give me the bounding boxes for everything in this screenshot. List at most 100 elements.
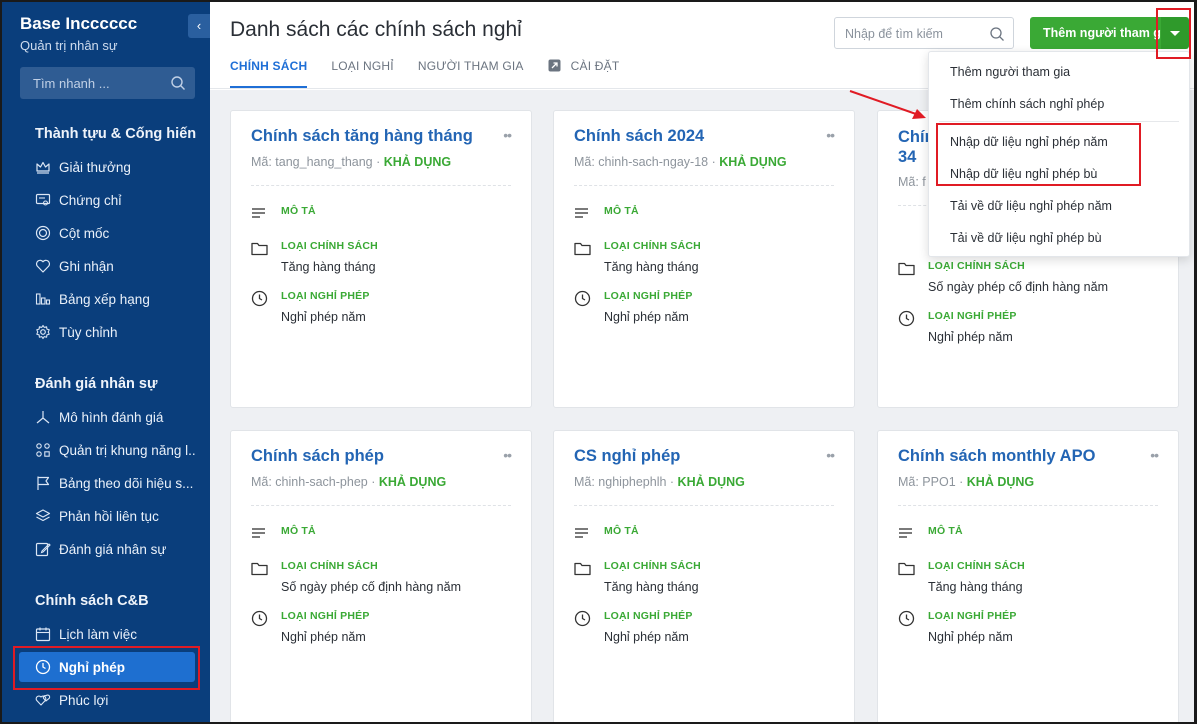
status-badge: KHẢ DỤNG bbox=[966, 475, 1035, 489]
card-title[interactable]: Chính sách tăng hàng tháng bbox=[251, 127, 473, 146]
sidebar-item-awards[interactable]: Giải thưởng bbox=[35, 153, 195, 181]
sidebar-item-work-schedule[interactable]: Lịch làm việc bbox=[35, 620, 195, 648]
policy-card[interactable]: Chính sách 2024 •• Mã: chinh-sach-ngay-1… bbox=[553, 110, 855, 408]
model-icon bbox=[36, 411, 50, 424]
search-icon bbox=[171, 76, 185, 90]
tab-participants[interactable]: NGƯỜI THAM GIA bbox=[418, 58, 524, 88]
page-title: Danh sách các chính sách nghỉ bbox=[230, 18, 522, 41]
card-code: Mã: f bbox=[898, 175, 926, 189]
clock-icon bbox=[251, 610, 268, 627]
search-input[interactable]: Nhập để tìm kiếm bbox=[834, 17, 1014, 49]
description-icon bbox=[575, 208, 588, 218]
card-code-value: Mã: chinh-sach-phep bbox=[251, 475, 368, 489]
card-title[interactable]: Chính sách 2024 bbox=[574, 127, 704, 146]
field-label: LOẠI NGHỈ PHÉP bbox=[281, 290, 370, 302]
sidebar-item-ranking[interactable]: Bảng xếp hạng bbox=[35, 285, 195, 313]
field-value: Tăng hàng tháng bbox=[928, 580, 1023, 594]
card-title-line: 34 bbox=[898, 148, 917, 166]
description-icon bbox=[899, 528, 912, 538]
more-options-icon[interactable]: •• bbox=[826, 447, 835, 463]
hearts-icon bbox=[35, 694, 51, 706]
menu-item-download-annual-leave[interactable]: Tải về dữ liệu nghỉ phép năm bbox=[950, 199, 1112, 213]
field-label: MÔ TẢ bbox=[928, 525, 963, 537]
folder-icon bbox=[574, 242, 591, 256]
sidebar-item-label: Mô hình đánh giá bbox=[59, 409, 164, 425]
highlight-box-leave bbox=[13, 646, 200, 690]
sidebar-group-cb-policy: Chính sách C&B bbox=[35, 593, 149, 609]
sidebar-item-competency-framework[interactable]: Quản trị khung năng l... bbox=[35, 436, 195, 464]
tab-policies[interactable]: CHÍNH SÁCH bbox=[230, 58, 308, 88]
field-value: Số ngày phép cố định hàng năm bbox=[281, 580, 461, 594]
sidebar-item-evaluation-model[interactable]: Mô hình đánh giá bbox=[35, 403, 195, 431]
description-icon bbox=[252, 528, 265, 538]
card-code: Mã: chinh-sach-ngay-18 · KHẢ DỤNG bbox=[574, 155, 787, 169]
brand-subtitle: Quản trị nhân sự bbox=[20, 38, 118, 53]
add-participant-button[interactable]: Thêm người tham gia bbox=[1030, 17, 1161, 49]
field-value: Tăng hàng tháng bbox=[281, 260, 376, 274]
field-value: Nghỉ phép năm bbox=[928, 630, 1013, 644]
field-label: LOẠI CHÍNH SÁCH bbox=[281, 560, 378, 572]
sidebar-item-recognition[interactable]: Ghi nhận bbox=[35, 252, 195, 280]
clock-icon bbox=[574, 290, 591, 307]
sidebar-item-performance-tracker[interactable]: Bảng theo dõi hiệu s... bbox=[35, 469, 195, 497]
sidebar-item-customize[interactable]: Tùy chỉnh bbox=[35, 318, 195, 346]
policy-card[interactable]: CS nghỉ phép •• Mã: nghiphephlh · KHẢ DỤ… bbox=[553, 430, 855, 722]
status-badge: KHẢ DỤNG bbox=[378, 475, 447, 489]
sidebar-item-label: Đánh giá nhân sự bbox=[59, 541, 167, 557]
flag-icon bbox=[37, 476, 50, 490]
card-title[interactable]: Chính sách phép bbox=[251, 447, 384, 466]
sidebar-item-employee-evaluation[interactable]: Đánh giá nhân sự bbox=[35, 535, 195, 563]
card-code-value: Mã: chinh-sach-ngay-18 bbox=[574, 155, 709, 169]
sidebar-item-benefits[interactable]: Phúc lợi bbox=[35, 686, 195, 714]
field-value: Số ngày phép cố định hàng năm bbox=[928, 280, 1108, 294]
sidebar-group-evaluation: Đánh giá nhân sự bbox=[35, 376, 158, 392]
card-code: Mã: tang_hang_thang · KHẢ DỤNG bbox=[251, 155, 452, 169]
sidebar-item-milestones[interactable]: Cột mốc bbox=[35, 219, 195, 247]
field-value: Nghỉ phép năm bbox=[604, 630, 689, 644]
menu-item-add-participant[interactable]: Thêm người tham gia bbox=[950, 65, 1070, 79]
search-icon bbox=[990, 27, 1004, 41]
policy-card[interactable]: Chính sách phép •• Mã: chinh-sach-phep ·… bbox=[230, 430, 532, 722]
tab-settings[interactable]: CÀI ĐẶT bbox=[548, 58, 620, 88]
policy-card[interactable]: Chính sách tăng hàng tháng •• Mã: tang_h… bbox=[230, 110, 532, 408]
menu-item-add-leave-policy[interactable]: Thêm chính sách nghỉ phép bbox=[950, 97, 1104, 111]
more-options-icon[interactable]: •• bbox=[503, 127, 512, 143]
more-options-icon[interactable]: •• bbox=[1150, 447, 1159, 463]
folder-icon bbox=[251, 562, 268, 576]
field-value: Tăng hàng tháng bbox=[604, 580, 699, 594]
collapse-sidebar-button[interactable]: ‹ bbox=[188, 14, 210, 38]
folder-icon bbox=[898, 262, 915, 276]
more-options-icon[interactable]: •• bbox=[503, 447, 512, 463]
sidebar-item-continuous-feedback[interactable]: Phản hồi liên tục bbox=[35, 502, 195, 530]
field-label: LOẠI CHÍNH SÁCH bbox=[928, 560, 1025, 572]
tab-leave-types[interactable]: LOẠI NGHỈ bbox=[331, 58, 393, 88]
field-label: LOẠI NGHỈ PHÉP bbox=[928, 310, 1017, 322]
folder-icon bbox=[251, 242, 268, 256]
field-label: LOẠI NGHỈ PHÉP bbox=[604, 290, 693, 302]
sidebar-item-label: Phúc lợi bbox=[59, 692, 109, 708]
divider bbox=[251, 505, 511, 506]
sidebar-item-label: Phản hồi liên tục bbox=[59, 508, 159, 524]
sidebar-item-certificates[interactable]: Chứng chỉ bbox=[35, 186, 195, 214]
more-options-icon[interactable]: •• bbox=[826, 127, 835, 143]
tab-settings-label: CÀI ĐẶT bbox=[570, 59, 620, 73]
field-label: LOẠI CHÍNH SÁCH bbox=[604, 560, 701, 572]
field-label: MÔ TẢ bbox=[604, 205, 639, 217]
edit-icon bbox=[35, 542, 51, 557]
field-value: Nghỉ phép năm bbox=[281, 630, 366, 644]
card-title[interactable]: CS nghỉ phép bbox=[574, 447, 680, 466]
sidebar-item-label: Giải thưởng bbox=[59, 159, 131, 175]
sidebar-item-label: Cột mốc bbox=[59, 225, 110, 241]
crown-icon bbox=[36, 161, 50, 174]
card-title[interactable]: Chính sách monthly APO bbox=[898, 447, 1095, 466]
sidebar-item-label: Ghi nhận bbox=[59, 258, 114, 274]
layers-icon bbox=[35, 509, 51, 522]
field-label: LOẠI CHÍNH SÁCH bbox=[281, 240, 378, 252]
clock-icon bbox=[251, 290, 268, 307]
policy-card[interactable]: Chính sách monthly APO •• Mã: PPO1 · KHẢ… bbox=[877, 430, 1179, 722]
heart-icon bbox=[35, 259, 51, 273]
menu-item-download-compensatory-leave[interactable]: Tải về dữ liệu nghỉ phép bù bbox=[950, 231, 1102, 245]
field-label: LOẠI CHÍNH SÁCH bbox=[928, 260, 1025, 272]
sidebar-search-input[interactable]: Tìm nhanh ... bbox=[20, 67, 195, 99]
field-label: MÔ TẢ bbox=[281, 525, 316, 537]
